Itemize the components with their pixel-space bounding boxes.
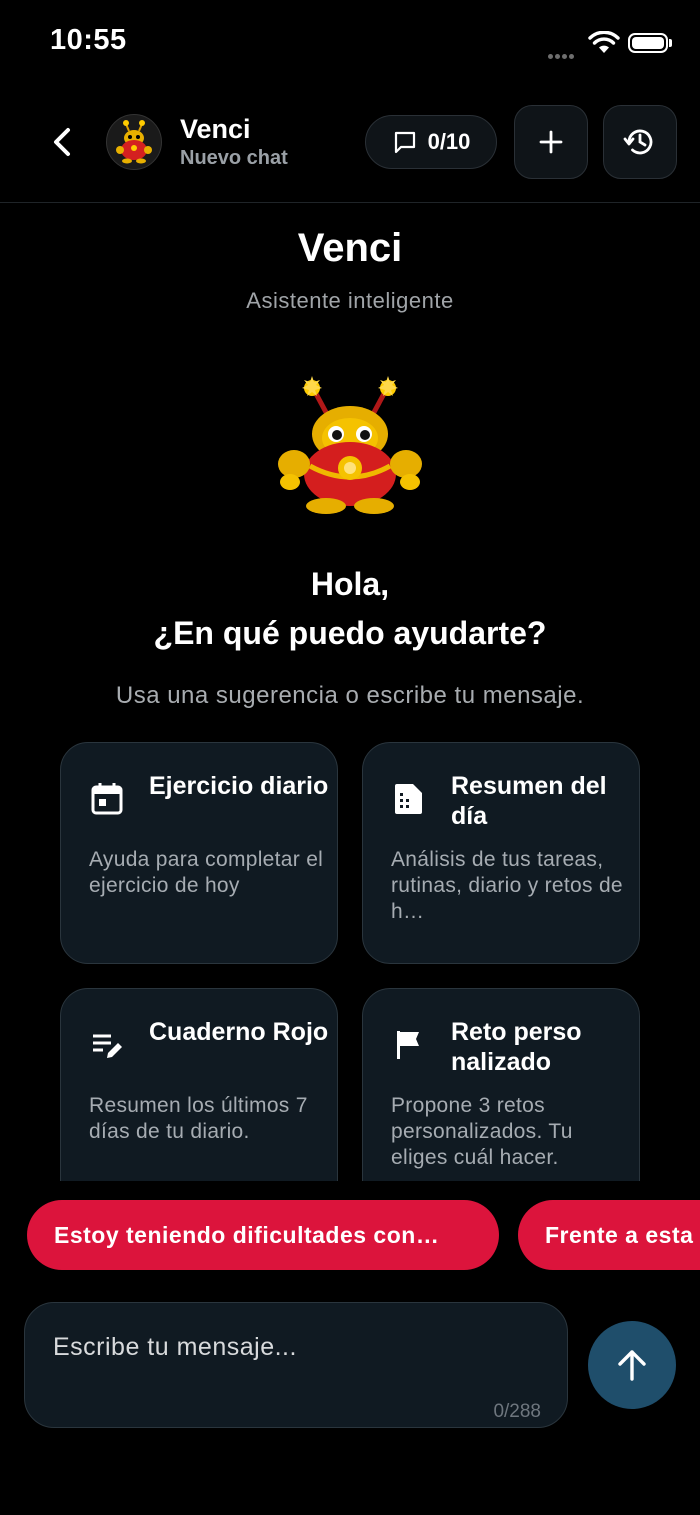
message-counter-button[interactable]: 0/10	[365, 115, 497, 169]
card-description: Propone 3 retos personalizados. Tu elige…	[391, 1094, 573, 1169]
history-button[interactable]	[603, 105, 677, 179]
edit-list-icon	[93, 1034, 122, 1058]
quick-reply-chip[interactable]: Frente a esta	[518, 1200, 700, 1270]
page-subtitle: Asistente inteligente	[246, 288, 454, 313]
status-bar: 10:55	[0, 0, 700, 90]
chat-header: Venci Nuevo chat 0/10	[0, 100, 700, 203]
card-reto-personalizado[interactable]: Reto perso nalizado Propone 3 retos pers…	[362, 988, 640, 1181]
suggestion-cards: Ejercicio diario Ayuda para completar el…	[0, 740, 700, 1181]
chat-bubble-icon	[394, 131, 415, 154]
card-title: Resumen del día	[451, 772, 607, 830]
wifi-icon	[588, 31, 620, 53]
card-description: Análisis de tus tareas, rutinas, diario …	[391, 848, 623, 923]
send-button[interactable]	[588, 1321, 676, 1409]
card-description: Ayuda para completar el ejercicio de hoy	[89, 848, 324, 897]
page-title: Venci	[297, 226, 403, 270]
calendar-icon	[91, 783, 123, 815]
suggestion-hint: Usa una sugerencia o escribe tu mensaje.	[115, 682, 585, 709]
card-title: Reto perso nalizado	[451, 1018, 582, 1076]
message-placeholder: Escribe tu mensaje...	[53, 1333, 297, 1361]
battery-icon	[628, 33, 668, 53]
robot-mascot-icon	[278, 376, 422, 514]
history-icon	[623, 129, 653, 155]
back-chevron-icon[interactable]	[44, 122, 80, 162]
battery-tip	[669, 39, 672, 47]
message-counter-label: 0/10	[427, 129, 471, 154]
status-time: 10:55	[50, 24, 127, 56]
assistant-name: Venci	[180, 114, 251, 144]
avatar	[106, 114, 162, 170]
message-input[interactable]: Escribe tu mensaje... 0/288	[24, 1302, 568, 1428]
character-counter: 0/288	[493, 1401, 541, 1422]
card-title: Ejercicio diario	[149, 772, 329, 800]
card-title: Cuaderno Rojo	[149, 1018, 329, 1046]
card-description: Resumen los últimos 7 días de tu diario.	[89, 1094, 308, 1143]
chat-subtitle: Nuevo chat	[180, 147, 288, 169]
arrow-up-icon	[618, 1350, 646, 1381]
flag-icon	[397, 1031, 419, 1059]
plus-icon	[539, 130, 563, 154]
greeting-line-2: ¿En qué puedo ayudarte?	[153, 615, 547, 651]
card-cuaderno-rojo[interactable]: Cuaderno Rojo Resumen los últimos 7 días…	[60, 988, 338, 1181]
new-chat-button[interactable]	[514, 105, 588, 179]
quick-reply-chips: Estoy teniendo dificultades con… Frente …	[0, 1200, 700, 1272]
card-ejercicio-diario[interactable]: Ejercicio diario Ayuda para completar el…	[60, 742, 338, 964]
card-resumen-del-dia[interactable]: Resumen del día Análisis de tus tareas, …	[362, 742, 640, 964]
cellular-signal-icon	[548, 46, 576, 64]
greeting-line-1: Hola,	[310, 566, 390, 602]
document-icon	[395, 784, 422, 814]
robot-avatar-icon	[116, 120, 152, 164]
quick-reply-chip[interactable]: Estoy teniendo dificultades con…	[27, 1200, 499, 1270]
